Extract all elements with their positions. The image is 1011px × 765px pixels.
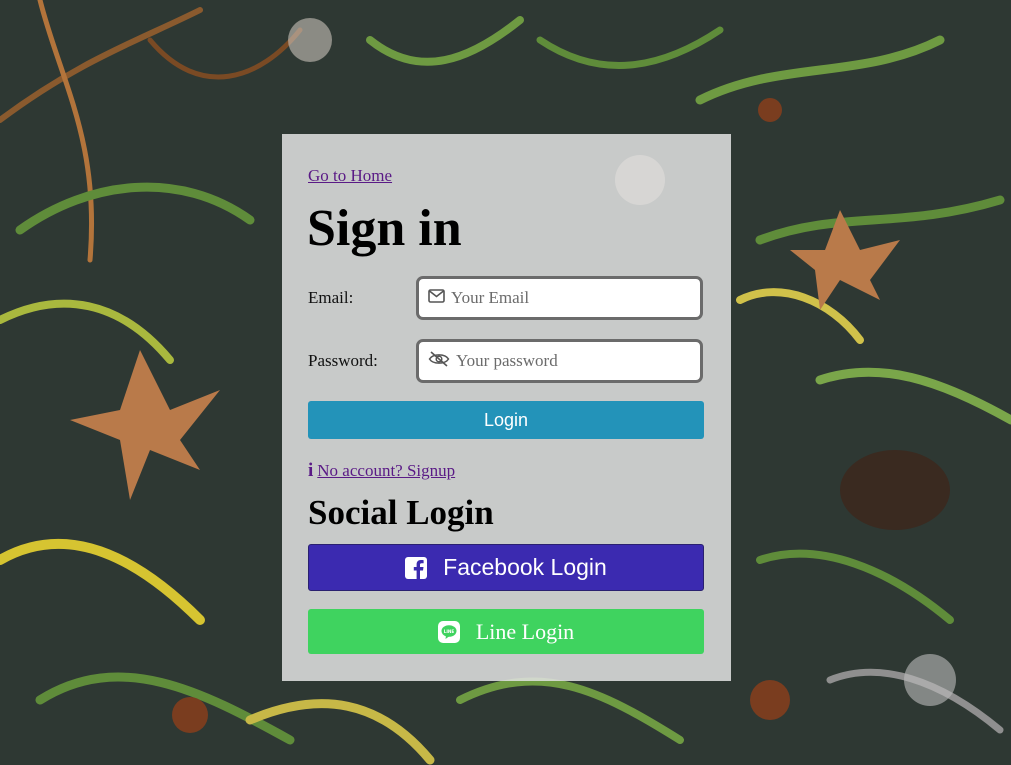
password-input[interactable] [456,351,676,371]
page-title: Sign in [307,200,462,257]
signup-link-text: No account? Signup [317,461,456,480]
info-icon: i [308,460,314,481]
facebook-login-button[interactable]: Facebook Login [308,544,704,591]
facebook-icon [405,556,428,579]
email-input[interactable] [451,288,671,308]
email-field-wrapper[interactable] [416,276,703,320]
svg-text:LINE: LINE [444,629,455,634]
line-icon: LINE [437,620,460,643]
login-button[interactable]: Login [308,401,704,439]
facebook-login-label: Facebook Login [443,554,607,580]
line-login-button[interactable]: LINE Line Login [308,609,704,654]
eye-slash-icon[interactable] [428,350,450,372]
signup-link[interactable]: i No account? Signup [308,460,455,482]
signin-card: Go to Home Sign in Email: Password: Logi… [282,134,731,681]
envelope-icon [428,288,445,308]
password-field-wrapper[interactable] [416,339,703,383]
go-home-link[interactable]: Go to Home [308,166,392,186]
social-login-title: Social Login [308,493,494,532]
line-login-label: Line Login [475,618,575,644]
email-label: Email: [308,288,354,307]
password-label: Password: [308,351,378,370]
